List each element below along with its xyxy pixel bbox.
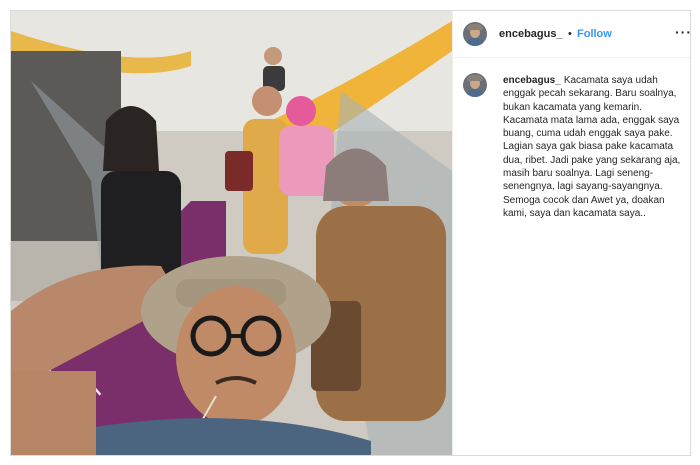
avatar[interactable] <box>463 22 487 46</box>
post-photo[interactable]: ET <box>11 11 452 455</box>
instagram-post: ET <box>10 10 691 456</box>
post-header: encebagus_ • Follow ··· <box>453 11 690 58</box>
caption-username-link[interactable]: encebagus_ <box>503 75 561 86</box>
more-options-icon[interactable]: ··· <box>675 24 690 40</box>
avatar-hat <box>467 75 483 81</box>
post-sidebar: encebagus_ • Follow ··· encebagus_ Kacama… <box>452 11 690 455</box>
post-caption: encebagus_ Kacamata saya udah enggak peca… <box>503 74 683 220</box>
separator-dot: • <box>568 28 572 40</box>
avatar-body <box>466 38 484 46</box>
avatar-body <box>466 89 484 97</box>
caption-text: Kacamata saya udah enggak pecah sekarang… <box>503 75 681 219</box>
avatar-hat <box>467 24 483 30</box>
follow-button[interactable]: Follow <box>577 28 612 40</box>
caption-avatar[interactable] <box>463 73 487 97</box>
selfie-escalator-image: ET <box>11 11 452 455</box>
username-link[interactable]: encebagus_ <box>499 28 563 40</box>
